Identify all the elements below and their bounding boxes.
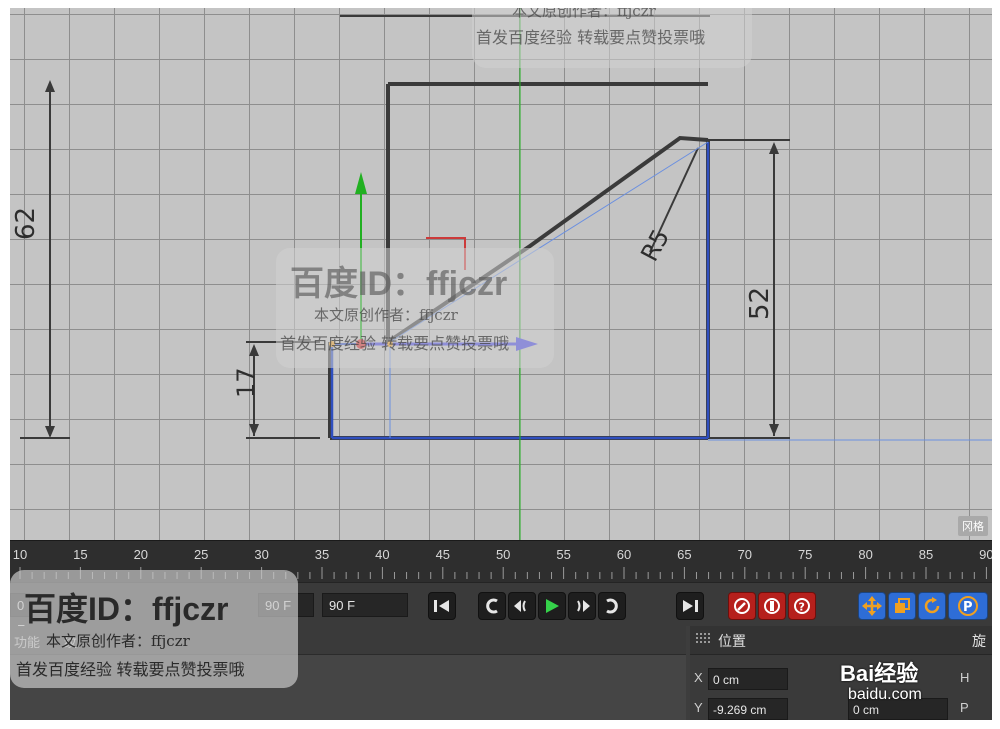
next-frame-icon — [577, 600, 590, 612]
timeline-tick-label: 60 — [616, 547, 632, 562]
timeline-tick-label: 75 — [797, 547, 813, 562]
dim-r5-label: R5 — [635, 225, 675, 266]
scale-icon — [895, 598, 910, 613]
rotation-title: 旋 — [972, 633, 986, 649]
arrow-62-top — [45, 80, 55, 92]
arrow-17-top — [249, 344, 259, 356]
position-title: 位置 — [718, 633, 746, 649]
h-label: H — [960, 670, 970, 685]
arrow-52-bot — [769, 424, 779, 436]
watermark-center: 百度ID：ffjczr 本文原创作者：ffjczr 首发百度经验 转载要点赞投票… — [276, 248, 554, 368]
watermark-top-line2: 首发百度经验 转载要点赞投票哦 — [476, 28, 706, 47]
rotate-tool-button[interactable] — [918, 592, 946, 620]
y-label: Y — [694, 700, 703, 715]
skip-end-icon — [683, 600, 698, 612]
play-icon — [546, 599, 559, 613]
next-key-button[interactable] — [598, 592, 626, 620]
dim-52-label: 52 — [745, 287, 775, 320]
move-icon — [862, 596, 882, 616]
help-icon: ? — [794, 598, 810, 614]
record-button[interactable] — [728, 592, 756, 620]
next-key-icon — [606, 598, 618, 614]
watermark-center-title: 百度ID：ffjczr — [290, 265, 508, 303]
timeline-tick-label: 45 — [435, 547, 451, 562]
move-tool-button[interactable] — [858, 592, 886, 620]
scale-tool-button[interactable] — [888, 592, 916, 620]
timeline-tick-label: 80 — [858, 547, 873, 562]
timeline-tick-label: 55 — [556, 547, 571, 562]
skip-start-icon — [434, 600, 449, 612]
watermark-center-line1: 本文原创作者：ffjczr — [314, 306, 458, 324]
grip-icon — [696, 633, 710, 643]
timeline-tick-label: 85 — [918, 547, 934, 562]
cinema4d-window: 62 52 17 R5 冈格 10 15 20 25 30 35 40 45 5… — [10, 8, 992, 720]
coordinates-header: 位置 旋 — [690, 626, 992, 655]
watermark-bottom-left: 百度ID：ffjczr 本文原创作者：ffjczr 首发百度经验 转载要点赞投票… — [10, 570, 298, 688]
autokey-button[interactable] — [758, 592, 786, 620]
timeline-tick-label: 65 — [677, 547, 692, 562]
dim-62-label: 62 — [11, 207, 41, 240]
watermark-logo: Bai经验 — [840, 661, 919, 686]
prev-key-button[interactable] — [478, 592, 506, 620]
play-button[interactable] — [538, 592, 566, 620]
p-label: P — [960, 700, 969, 715]
timeline-tick-label: 40 — [375, 547, 390, 562]
position-x-field[interactable]: 0 cm — [708, 668, 788, 690]
watermark-center-line2: 首发百度经验 转载要点赞投票哦 — [280, 334, 510, 353]
watermark-top: 本文原创作者：ffjczr 首发百度经验 转载要点赞投票哦 — [472, 8, 752, 68]
autokey-icon — [764, 598, 780, 614]
skip-end-button[interactable] — [676, 592, 704, 620]
help-button[interactable]: ? — [788, 592, 816, 620]
parameter-tool-button[interactable]: P — [948, 592, 988, 620]
arrow-62-bot — [45, 426, 55, 438]
record-icon — [734, 598, 750, 614]
watermark-bottom-title: 百度ID：ffjczr — [24, 591, 229, 627]
skip-start-button[interactable] — [428, 592, 456, 620]
next-frame-button[interactable] — [568, 592, 596, 620]
timeline-tick-label: 25 — [193, 547, 209, 562]
timeline-tick-label: 30 — [254, 547, 269, 562]
dim-17-label: 17 — [232, 367, 260, 398]
arrow-52-top — [769, 142, 779, 154]
timeline-tick-label: 35 — [314, 547, 330, 562]
timeline-tick-label: 20 — [133, 547, 149, 562]
timeline-tick-label: 15 — [73, 547, 88, 562]
svg-text:?: ? — [799, 601, 805, 614]
prev-frame-button[interactable] — [508, 592, 536, 620]
gizmo-y-arrow — [355, 172, 367, 194]
timeline-tick-label: 70 — [737, 547, 753, 562]
x-label: X — [694, 670, 703, 685]
rotate-icon — [924, 597, 940, 614]
watermark-bottom-line2: 首发百度经验 转载要点赞投票哦 — [16, 662, 245, 679]
end-frame-field[interactable]: 90 F — [322, 593, 408, 617]
watermark-bottom-line1: 本文原创作者：ffjczr — [46, 632, 190, 650]
viewport-corner-label[interactable]: 冈格 — [958, 516, 988, 536]
watermark-site: baidu.com — [848, 686, 922, 703]
prev-key-icon — [486, 598, 498, 614]
p-icon: P — [958, 596, 978, 616]
position-y-field[interactable]: -9.269 cm — [708, 698, 788, 720]
timeline-tick-label: 10 — [12, 547, 28, 562]
timeline-tick-label: 90 — [979, 547, 992, 562]
arrow-17-bot — [249, 424, 259, 436]
svg-text:P: P — [963, 600, 973, 615]
timeline-tick-label: 50 — [495, 547, 511, 562]
watermark-top-line1: 本文原创作者：ffjczr — [512, 8, 656, 20]
prev-frame-icon — [514, 600, 526, 612]
